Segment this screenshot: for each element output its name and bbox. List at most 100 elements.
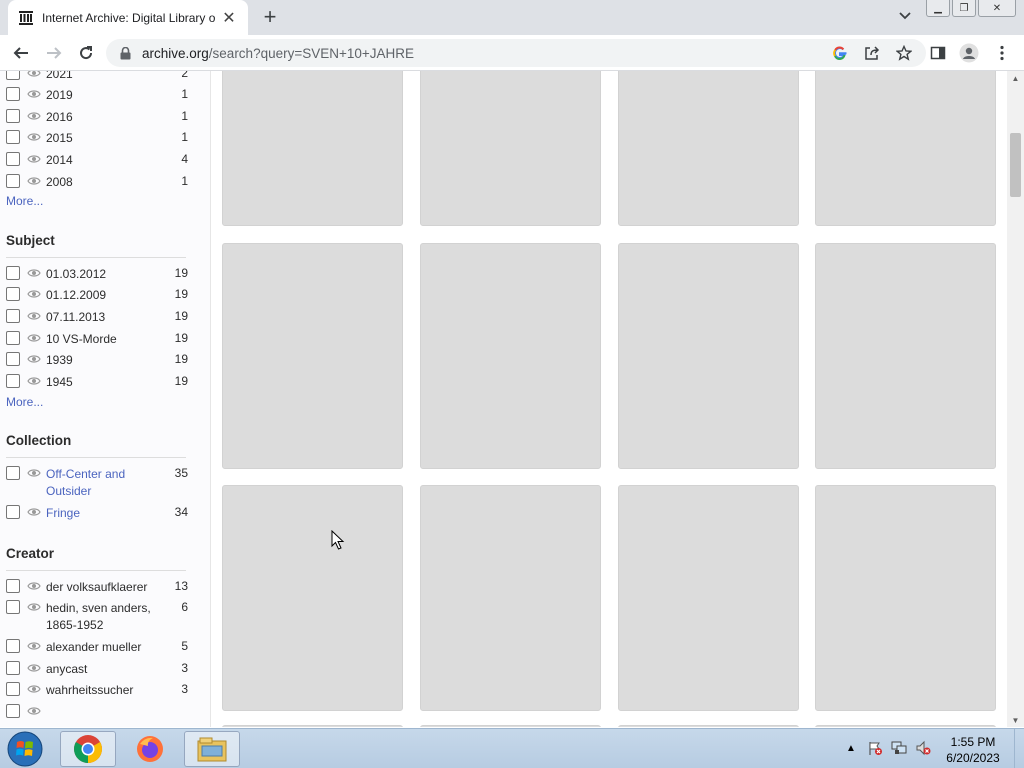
eye-icon[interactable] (26, 661, 42, 675)
facet-subject-row[interactable]: 1945 19 (6, 374, 188, 391)
show-hidden-icons-arrow-icon[interactable]: ▲ (842, 739, 860, 757)
forward-arrow-icon[interactable] (42, 41, 66, 65)
facet-label[interactable]: 1945 (46, 374, 168, 391)
lock-icon[interactable] (118, 46, 132, 60)
checkbox[interactable] (6, 682, 20, 696)
facet-year-row[interactable]: 2008 1 (6, 174, 188, 191)
facet-year-row[interactable]: 2015 1 (6, 130, 188, 147)
result-tile-placeholder[interactable] (815, 243, 996, 469)
facet-creator-row[interactable]: anycast 3 (6, 661, 188, 678)
result-tile-placeholder[interactable] (618, 485, 799, 711)
profile-avatar-icon[interactable] (957, 41, 981, 65)
result-tile-placeholder[interactable] (420, 485, 601, 711)
facet-collection-link[interactable]: Fringe (46, 505, 168, 522)
taskbar-chrome-button[interactable] (60, 731, 116, 767)
facet-collection-link[interactable]: Off-Center and Outsider (46, 466, 168, 500)
eye-icon[interactable] (26, 639, 42, 653)
checkbox[interactable] (6, 331, 20, 345)
facet-label[interactable]: 01.12.2009 (46, 287, 168, 304)
address-bar[interactable]: archive.org/search?query=SVEN+10+JAHRE (106, 39, 926, 67)
checkbox[interactable] (6, 600, 20, 614)
tab-close-icon[interactable]: ✕ (220, 9, 238, 27)
eye-icon[interactable] (26, 174, 42, 188)
facet-label[interactable]: hedin, sven anders, 1865-1952 (46, 600, 168, 634)
close-window-button[interactable]: ✕ (978, 0, 1016, 17)
checkbox[interactable] (6, 130, 20, 144)
result-tile-placeholder[interactable] (618, 243, 799, 469)
facet-label[interactable]: 2016 (46, 109, 168, 126)
result-tile-placeholder[interactable] (222, 485, 403, 711)
facet-subject-row[interactable]: 01.12.2009 19 (6, 287, 188, 304)
checkbox[interactable] (6, 287, 20, 301)
checkbox[interactable] (6, 352, 20, 366)
checkbox[interactable] (6, 505, 20, 519)
checkbox[interactable] (6, 266, 20, 280)
result-tile-placeholder[interactable] (222, 243, 403, 469)
year-more-link[interactable]: More... (6, 194, 43, 208)
facet-year-row[interactable]: 2016 1 (6, 109, 188, 126)
facet-subject-row[interactable]: 1939 19 (6, 352, 188, 369)
facet-label[interactable]: anycast (46, 661, 168, 678)
result-tile-placeholder[interactable] (420, 71, 601, 226)
new-tab-button[interactable]: + (258, 4, 282, 29)
eye-icon[interactable] (26, 266, 42, 280)
facet-collection-row[interactable]: Off-Center and Outsider 35 (6, 466, 188, 500)
action-center-flag-icon[interactable] (866, 739, 884, 757)
eye-icon[interactable] (26, 309, 42, 323)
facet-label[interactable]: wahrheitssucher (46, 682, 168, 699)
eye-icon[interactable] (26, 600, 42, 614)
facet-creator-row[interactable]: der volksaufklaerer 13 (6, 579, 188, 596)
facet-year-row[interactable]: 2021 2 (6, 71, 188, 83)
result-tile-placeholder[interactable] (420, 243, 601, 469)
checkbox[interactable] (6, 71, 20, 80)
result-tile-placeholder[interactable] (222, 71, 403, 226)
checkbox[interactable] (6, 704, 20, 718)
page-scrollbar[interactable]: ▲ ▼ (1007, 71, 1024, 727)
browser-tab[interactable]: Internet Archive: Digital Library o ✕ (8, 0, 248, 35)
eye-icon[interactable] (26, 682, 42, 696)
bookmark-star-icon[interactable] (894, 43, 914, 63)
checkbox[interactable] (6, 174, 20, 188)
facet-subject-row[interactable]: 07.11.2013 19 (6, 309, 188, 326)
taskbar-file-explorer-button[interactable] (184, 731, 240, 767)
facet-creator-row[interactable]: wahrheitssucher 3 (6, 682, 188, 699)
eye-icon[interactable] (26, 579, 42, 593)
checkbox[interactable] (6, 309, 20, 323)
back-arrow-icon[interactable] (9, 41, 33, 65)
checkbox[interactable] (6, 661, 20, 675)
eye-icon[interactable] (26, 466, 42, 480)
scroll-down-arrow-icon[interactable]: ▼ (1007, 713, 1024, 727)
minimize-button[interactable]: ▁ (926, 0, 950, 17)
result-tile-placeholder[interactable] (618, 725, 799, 727)
facet-creator-row[interactable] (6, 704, 188, 718)
taskbar-clock[interactable]: 1:55 PM 6/20/2023 (940, 734, 1006, 766)
facet-creator-row[interactable]: alexander mueller 5 (6, 639, 188, 656)
facet-label[interactable]: 2014 (46, 152, 168, 169)
subject-more-link[interactable]: More... (6, 395, 43, 409)
facet-label[interactable]: 10 VS-Morde (46, 331, 168, 348)
checkbox[interactable] (6, 109, 20, 123)
eye-icon[interactable] (26, 109, 42, 123)
facet-label[interactable]: 2019 (46, 87, 168, 104)
facet-year-row[interactable]: 2019 1 (6, 87, 188, 104)
facet-label[interactable]: 2021 (46, 71, 168, 83)
side-panel-icon[interactable] (926, 41, 950, 65)
facet-creator-row[interactable]: hedin, sven anders, 1865-1952 6 (6, 600, 188, 634)
checkbox[interactable] (6, 579, 20, 593)
eye-icon[interactable] (26, 374, 42, 388)
checkbox[interactable] (6, 374, 20, 388)
facet-label[interactable]: 01.03.2012 (46, 266, 168, 283)
scroll-up-arrow-icon[interactable]: ▲ (1007, 71, 1024, 85)
checkbox[interactable] (6, 639, 20, 653)
eye-icon[interactable] (26, 505, 42, 519)
eye-icon[interactable] (26, 130, 42, 144)
eye-icon[interactable] (26, 352, 42, 366)
google-icon[interactable] (830, 43, 850, 63)
eye-icon[interactable] (26, 287, 42, 301)
checkbox[interactable] (6, 87, 20, 101)
result-tile-placeholder[interactable] (815, 725, 996, 727)
facet-label[interactable]: alexander mueller (46, 639, 168, 656)
volume-muted-icon[interactable] (914, 739, 932, 757)
result-tile-placeholder[interactable] (815, 71, 996, 226)
facet-label[interactable]: 07.11.2013 (46, 309, 168, 326)
